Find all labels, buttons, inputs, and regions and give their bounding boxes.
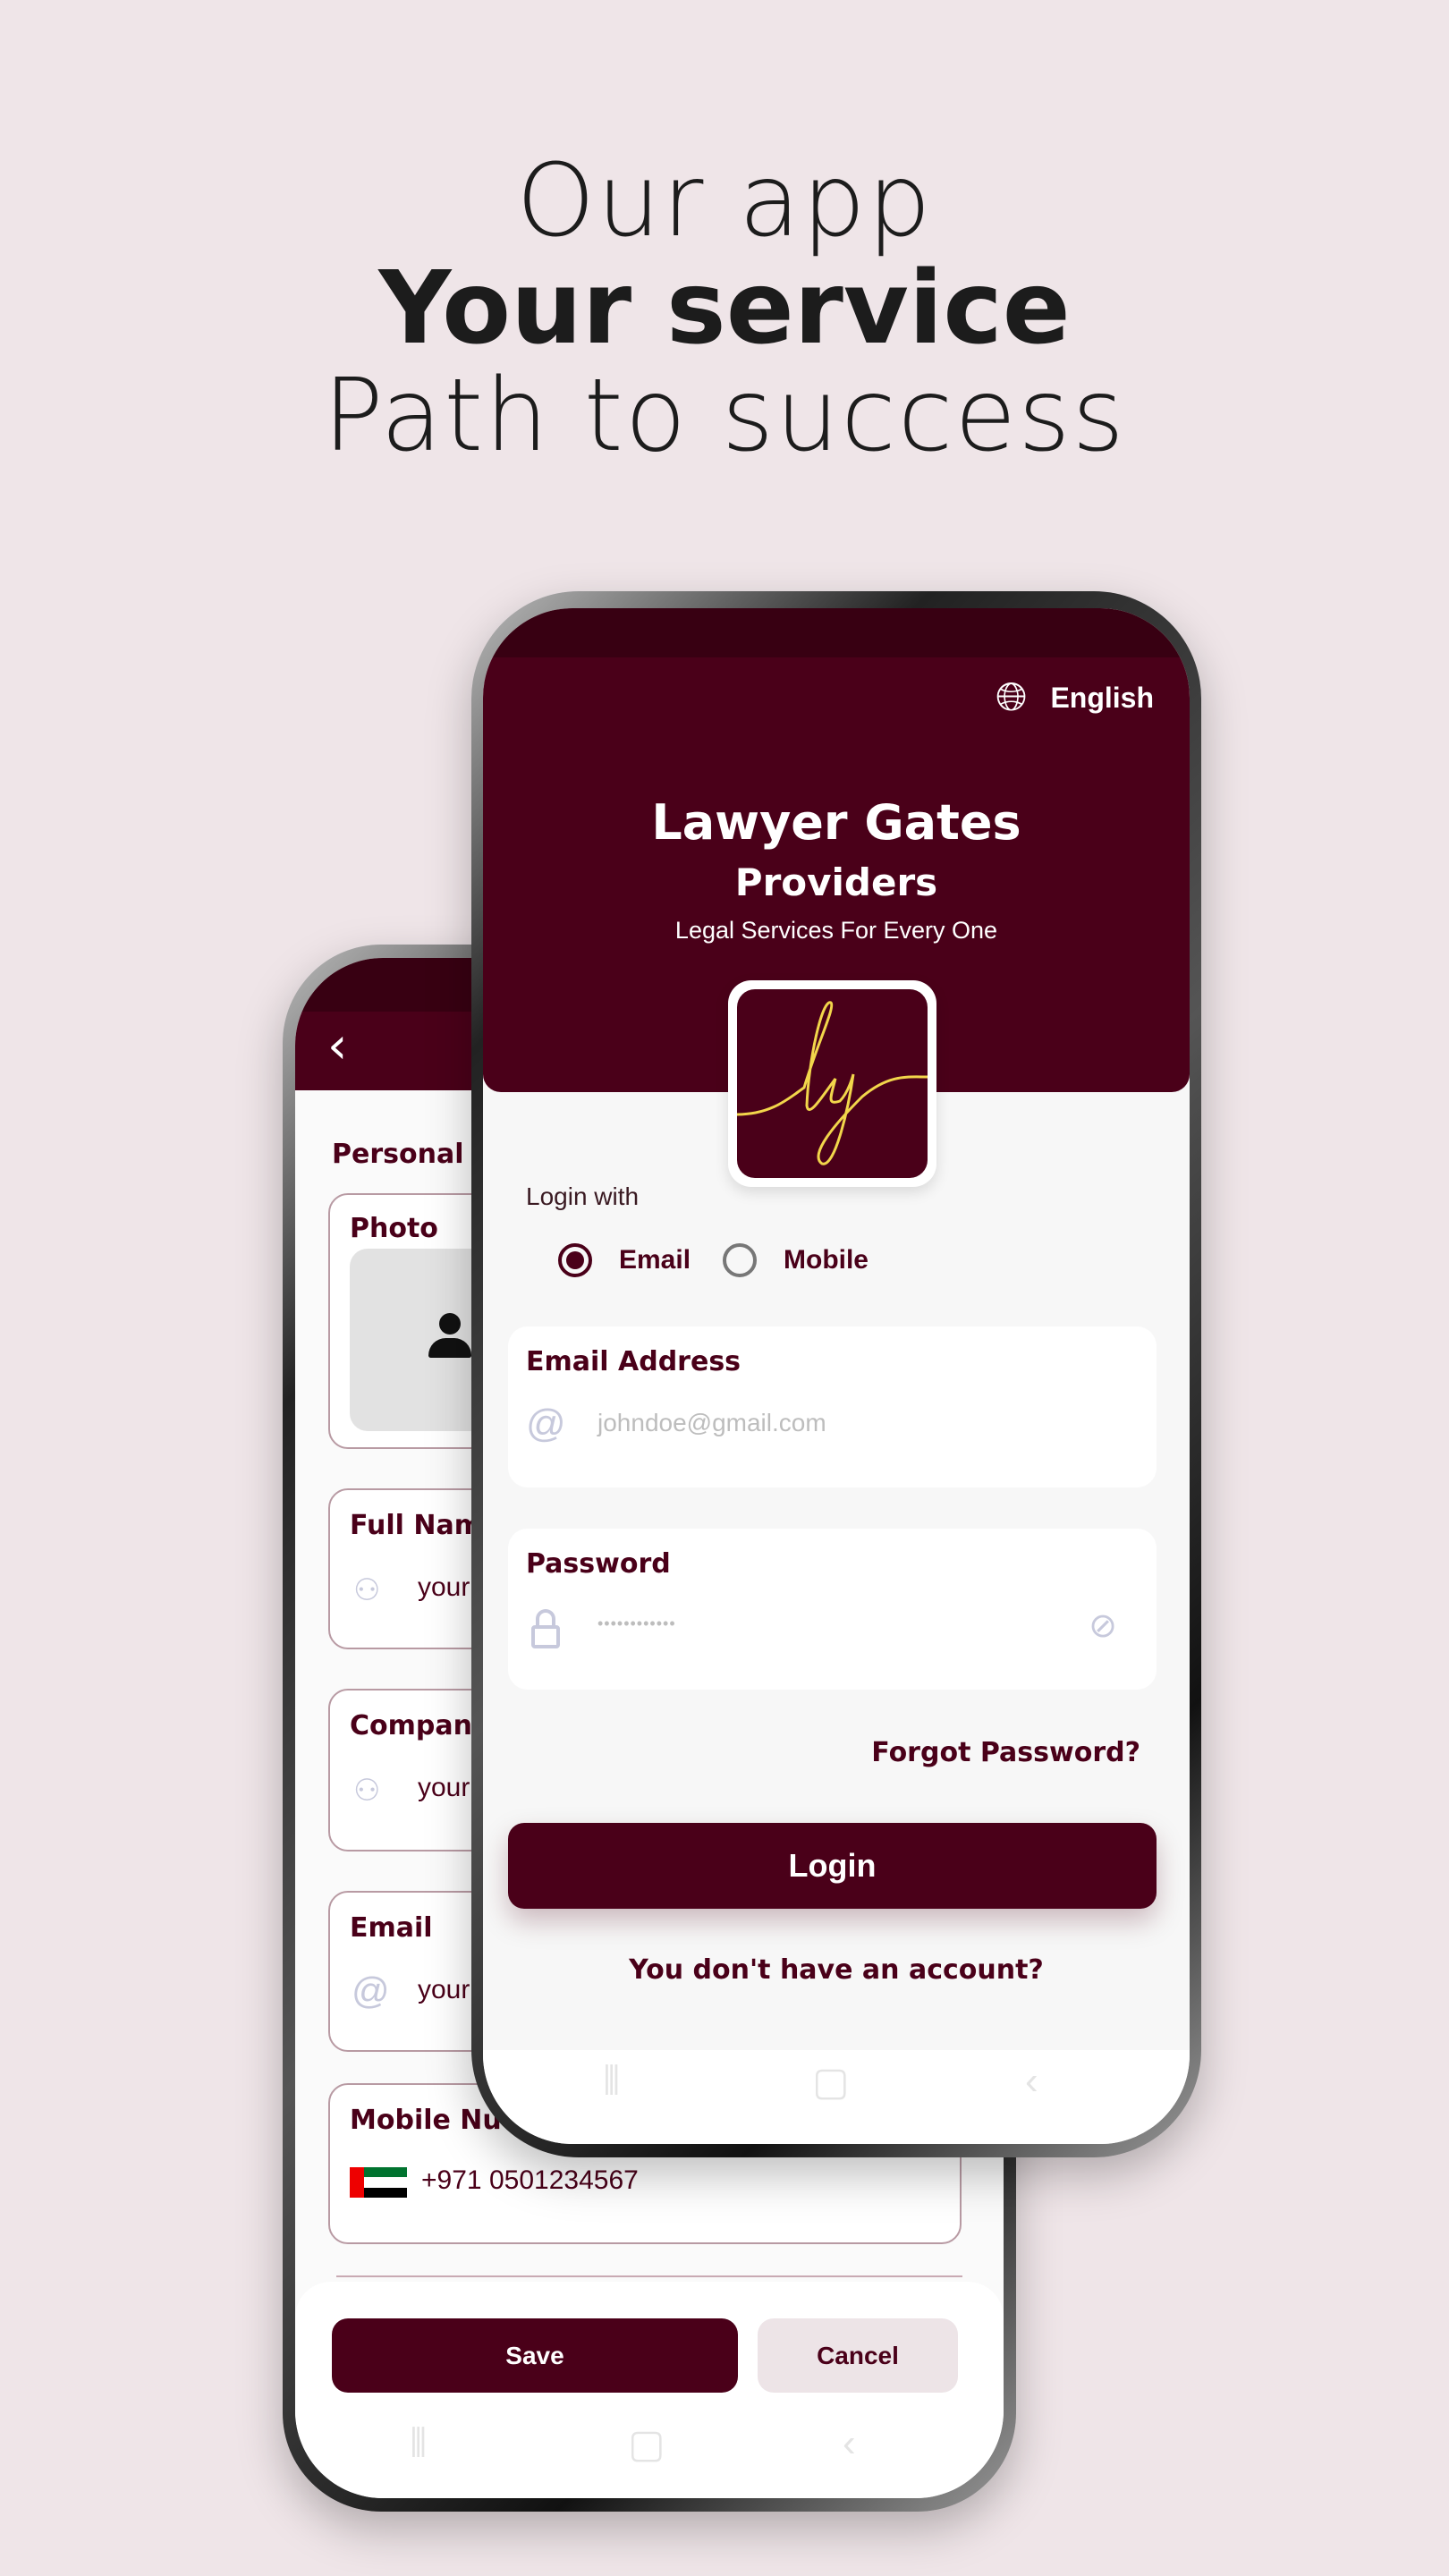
- person-icon: ⚇: [353, 1573, 381, 1607]
- person-icon: [428, 1313, 471, 1361]
- radio-selected-icon: [558, 1243, 592, 1277]
- tagline: Legal Services For Every One: [674, 917, 998, 944]
- headline-line2: Your service: [378, 250, 1071, 367]
- email-label: Email: [350, 1912, 433, 1944]
- company-placeholder: your: [418, 1773, 470, 1802]
- email-input[interactable]: johndoe@gmail.com: [597, 1409, 826, 1437]
- full-name-label: Full Nam: [350, 1510, 482, 1541]
- radio-mobile[interactable]: Mobile: [723, 1243, 869, 1277]
- signup-link[interactable]: You don't have an account?: [483, 1954, 1190, 1986]
- status-bar: [483, 608, 1190, 657]
- radio-email[interactable]: Email: [558, 1243, 691, 1277]
- password-field[interactable]: Password •••••••••••• ⊘: [508, 1529, 1157, 1690]
- mobile-number-input[interactable]: 0501234567: [489, 2165, 639, 2196]
- recent-apps-icon[interactable]: ⦀: [410, 2421, 427, 2466]
- mobile-label: Mobile Nu: [350, 2105, 502, 2136]
- login-with-label: Login with: [526, 1182, 640, 1210]
- person-icon: ⚇: [353, 1774, 381, 1808]
- app-title: Lawyer Gates: [651, 794, 1021, 851]
- language-label: English: [1050, 681, 1154, 714]
- headline-line1: Our app: [516, 143, 933, 259]
- eye-off-icon[interactable]: ⊘: [1089, 1606, 1117, 1646]
- globe-icon: 🌐︎: [996, 675, 1028, 719]
- back-button[interactable]: ‹: [327, 1017, 347, 1075]
- chevron-left-icon: ‹: [327, 1017, 348, 1075]
- email-label: Email Address: [526, 1346, 741, 1377]
- recent-apps-icon[interactable]: ⦀: [603, 2059, 620, 2104]
- company-label: Compan: [350, 1710, 472, 1741]
- full-name-placeholder: your: [418, 1572, 470, 1602]
- back-nav-icon[interactable]: ‹: [1025, 2059, 1038, 2104]
- password-label: Password: [526, 1548, 671, 1580]
- radio-mobile-label: Mobile: [784, 1245, 869, 1275]
- email-field[interactable]: Email Address @ johndoe@gmail.com: [508, 1326, 1157, 1487]
- section-title: Personal I: [332, 1139, 484, 1170]
- email-placeholder: your: [418, 1975, 470, 2004]
- at-icon: @: [526, 1402, 566, 1445]
- radio-email-label: Email: [619, 1245, 691, 1275]
- password-input[interactable]: ••••••••••••: [597, 1614, 676, 1633]
- headline-line3: Path to success: [323, 358, 1126, 474]
- cancel-button[interactable]: Cancel: [758, 2318, 958, 2393]
- uae-flag-icon: [350, 2167, 407, 2198]
- photo-label: Photo: [350, 1213, 438, 1244]
- country-code[interactable]: +971: [421, 2165, 482, 2196]
- login-button[interactable]: Login: [508, 1823, 1157, 1909]
- front-phone: 🌐︎ English Lawyer Gates Providers Legal …: [471, 591, 1201, 2157]
- front-phone-screen: 🌐︎ English Lawyer Gates Providers Legal …: [483, 608, 1190, 2144]
- logo-signature-icon: [737, 1001, 928, 1165]
- home-icon[interactable]: ▢: [812, 2059, 850, 2105]
- at-icon: @: [352, 1970, 390, 2012]
- forgot-password-link[interactable]: Forgot Password?: [871, 1737, 1140, 1768]
- app-subtitle: Providers: [734, 860, 938, 904]
- divider: [336, 2275, 962, 2277]
- back-nav-icon[interactable]: ‹: [843, 2421, 856, 2466]
- home-icon[interactable]: ▢: [628, 2421, 665, 2467]
- language-selector[interactable]: 🌐︎ English: [996, 678, 1154, 717]
- save-button[interactable]: Save: [332, 2318, 738, 2393]
- radio-unselected-icon: [723, 1243, 757, 1277]
- lock-icon: [531, 1609, 560, 1648]
- logo: [728, 980, 936, 1187]
